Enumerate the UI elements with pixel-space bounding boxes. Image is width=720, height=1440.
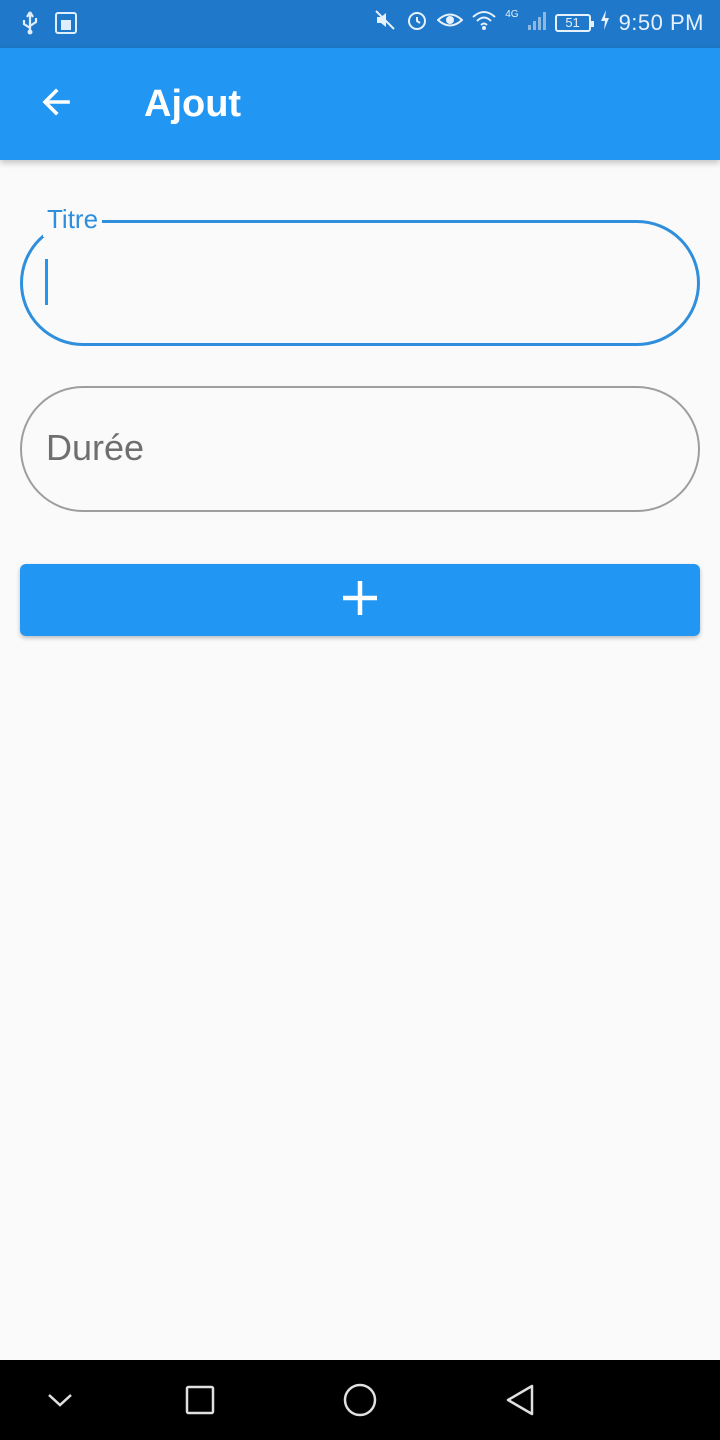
status-bar: 4G 51 9:50 PM: [0, 0, 720, 48]
duration-field-placeholder: Durée: [46, 427, 145, 468]
title-field-label: Titre: [43, 201, 103, 237]
mute-icon: [373, 8, 397, 37]
status-time: 9:50 PM: [618, 9, 704, 35]
title-field[interactable]: Titre: [20, 201, 700, 346]
alarm-icon: [405, 8, 429, 37]
page-title: Ajout: [144, 83, 242, 125]
navigation-bar: [0, 1360, 720, 1440]
add-button[interactable]: [20, 564, 700, 636]
app-bar: Ajout: [0, 48, 720, 160]
chevron-down-icon[interactable]: [38, 1378, 82, 1422]
duration-field[interactable]: Durée: [20, 386, 700, 512]
back-button[interactable]: [28, 78, 84, 130]
home-icon[interactable]: [338, 1378, 382, 1422]
recents-icon[interactable]: [178, 1378, 222, 1422]
back-icon[interactable]: [498, 1378, 542, 1422]
signal-icon: [527, 9, 547, 36]
debug-icon: [54, 11, 78, 40]
network-label: 4G: [505, 9, 519, 20]
arrow-back-icon: [38, 84, 74, 125]
eye-icon: [436, 9, 464, 36]
battery-indicator: 51: [554, 13, 594, 32]
text-cursor: [45, 259, 48, 305]
usb-icon: [20, 10, 40, 41]
wifi-icon: [471, 9, 497, 36]
plus-icon: [340, 578, 380, 623]
charging-icon: [599, 9, 611, 36]
